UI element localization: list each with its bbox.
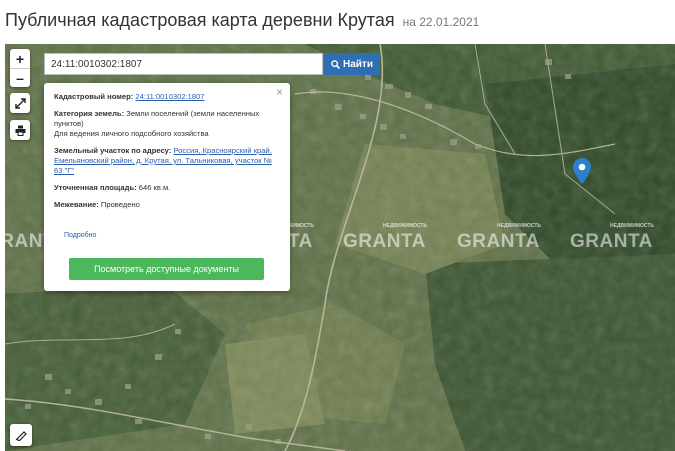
close-icon[interactable]: × xyxy=(276,86,283,98)
cadastral-search-input[interactable] xyxy=(44,53,323,75)
parcel-info-popup: × Кадастровый номер: 24:11:0010302:1807 … xyxy=(44,83,290,291)
location-marker-icon[interactable] xyxy=(573,158,591,184)
area-label: Уточненная площадь: xyxy=(54,183,137,192)
page-title: Публичная кадастровая карта деревни Крут… xyxy=(5,10,479,31)
watermark-text: GRANTA xyxy=(343,231,426,252)
cadastral-label: Кадастровый номер: xyxy=(54,92,134,101)
category-label: Категория земель: xyxy=(54,109,125,118)
search-button[interactable]: Найти xyxy=(324,53,380,75)
watermark-sub: НЕДВИЖИМОСТЬ xyxy=(497,223,542,229)
ruler-icon xyxy=(15,431,27,441)
measure-button[interactable] xyxy=(10,424,32,446)
view-documents-button[interactable]: Посмотреть доступные документы xyxy=(69,258,264,280)
print-button[interactable] xyxy=(10,120,30,140)
watermark: НЕДВИЖИМОСТЬ GRANTA xyxy=(457,223,541,253)
cadastral-number-row: Кадастровый номер: 24:11:0010302:1807 xyxy=(54,92,280,102)
watermark-sub: НЕДВИЖИМОСТЬ xyxy=(610,223,655,229)
map-view[interactable]: + – Найти GRANTA НЕДВИЖИМОСТЬ GRANTA НЕДВ… xyxy=(5,44,675,451)
search-icon xyxy=(331,59,340,69)
area-value: 646 кв.м. xyxy=(138,183,171,192)
survey-row: Межевание: Проведено xyxy=(54,200,280,210)
zoom-in-button[interactable]: + xyxy=(10,49,30,68)
watermark-text: GRANTA xyxy=(457,231,540,252)
area-row: Уточненная площадь: 646 кв.м. xyxy=(54,183,280,193)
land-category-row: Категория земель: Земли поселений (земли… xyxy=(54,109,280,139)
usage-value: Для ведения личного подсобного хозяйства xyxy=(54,129,209,138)
zoom-out-button[interactable]: – xyxy=(10,68,30,87)
search-button-label: Найти xyxy=(343,58,373,70)
watermark-text: GRANTA xyxy=(570,231,653,252)
page-title-text: Публичная кадастровая карта деревни Крут… xyxy=(5,10,395,30)
zoom-control: + – xyxy=(10,49,30,87)
survey-value: Проведено xyxy=(100,200,140,209)
watermark: НЕДВИЖИМОСТЬ GRANTA xyxy=(343,223,427,253)
cadastral-number-link[interactable]: 24:11:0010302:1807 xyxy=(135,92,204,101)
address-label: Земельный участок по адресу: xyxy=(54,146,172,155)
fullscreen-button[interactable] xyxy=(10,93,30,113)
expand-icon xyxy=(14,97,26,109)
page-date: на 22.01.2021 xyxy=(402,15,480,29)
watermark-sub: НЕДВИЖИМОСТЬ xyxy=(383,223,428,229)
survey-label: Межевание: xyxy=(54,200,99,209)
address-row: Земельный участок по адресу: Россия, Кра… xyxy=(54,146,280,176)
print-icon xyxy=(15,125,25,136)
details-link[interactable]: Подробно xyxy=(64,231,96,241)
watermark: НЕДВИЖИМОСТЬ GRANTA xyxy=(570,223,654,253)
